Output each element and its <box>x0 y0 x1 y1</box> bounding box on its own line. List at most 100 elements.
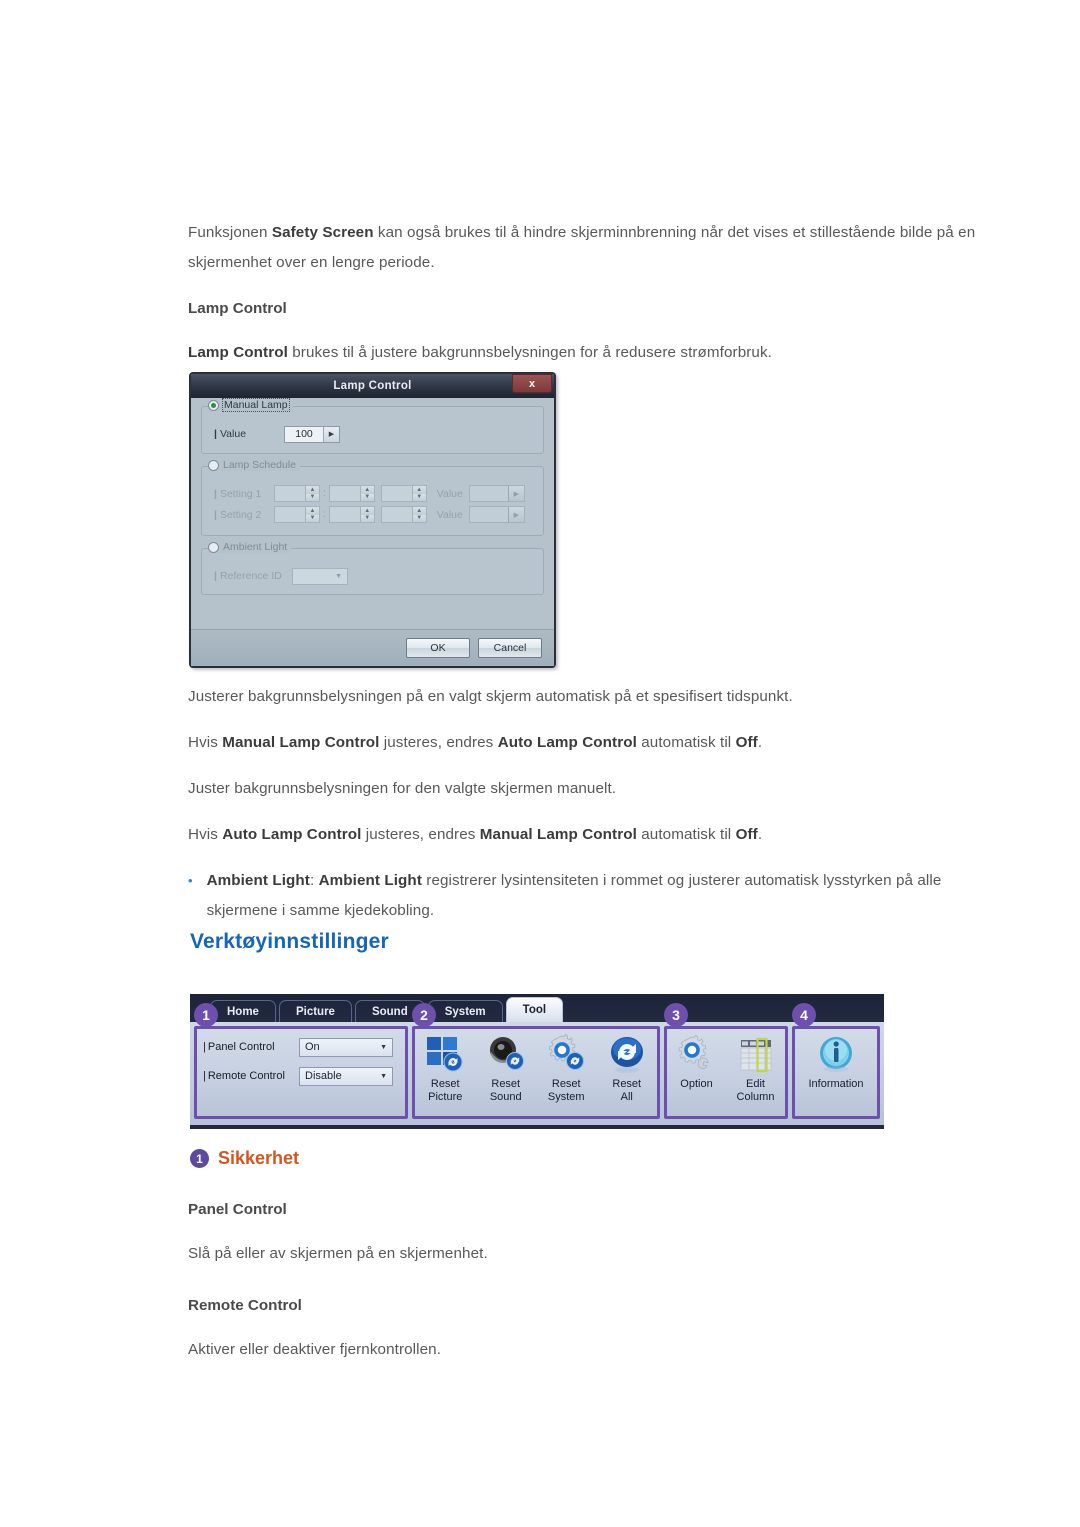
bullet-dot-icon: • <box>188 873 193 888</box>
bullet-item: • Ambient Light: Ambient Light registrer… <box>188 866 1006 926</box>
panel-control-row: | Panel Control On ▼ <box>203 1036 405 1058</box>
stepper-up-icon[interactable]: ▲ <box>360 486 374 494</box>
setting-1-hour-stepper[interactable]: ▲ ▼ <box>274 485 320 502</box>
tab-tool[interactable]: Tool <box>505 997 564 1022</box>
setting-2-value-label: Value <box>436 508 463 521</box>
manual-lamp-value-arrow-icon[interactable]: ▶ <box>323 426 339 442</box>
setting-1-label: Setting 1 <box>219 487 262 500</box>
manual-lamp-radio[interactable] <box>208 399 219 411</box>
ambient-light-legend: Ambient Light <box>208 541 292 553</box>
edit-column-button[interactable]: Edit Column <box>728 1034 784 1104</box>
stepper-down-icon[interactable]: ▼ <box>412 493 426 501</box>
reference-id-label: Reference ID <box>219 570 282 582</box>
setting-1-row: | Setting 1 ▲ ▼ : ▲ ▼ ▲ ▼ Value ▶ <box>202 483 543 504</box>
manual-lamp-legend: Manual Lamp <box>208 398 293 412</box>
reference-id-row: | Reference ID ▼ <box>202 565 543 587</box>
tab-system[interactable]: System <box>427 1000 503 1022</box>
note-2-mid-2: automatisk til <box>636 734 736 751</box>
information-button[interactable]: Information <box>797 1034 875 1091</box>
ok-button[interactable]: OK <box>406 638 470 658</box>
safety-screen-term: Safety Screen <box>271 224 374 241</box>
bullet-mid: : <box>309 872 319 889</box>
setting-1-ampm-stepper[interactable]: ▲ ▼ <box>380 485 427 502</box>
stepper-up-icon[interactable]: ▲ <box>412 507 426 515</box>
bullet-tick-icon: | <box>214 487 217 500</box>
stepper-up-icon[interactable]: ▲ <box>306 486 319 494</box>
reference-id-dropdown[interactable]: ▼ <box>292 567 348 585</box>
setting-1-minute-stepper[interactable]: ▲ ▼ <box>328 485 375 502</box>
setting-1-value-arrow-icon[interactable]: ▶ <box>507 486 524 501</box>
cancel-button[interactable]: Cancel <box>478 638 542 658</box>
bullet-term-1: Ambient Light <box>206 872 310 889</box>
dialog-body: Manual Lamp | Value 100 ▶ Lamp Schedule … <box>191 398 554 666</box>
setting-1-value-input[interactable]: ▶ <box>468 485 525 502</box>
sikkerhet-body: Panel Control Slå på eller av skjermen p… <box>188 1195 1006 1381</box>
close-icon[interactable]: x <box>512 374 552 393</box>
stepper-down-icon[interactable]: ▼ <box>360 493 374 501</box>
note-2-term-1: Manual Lamp Control <box>222 734 380 751</box>
ambient-light-group: Ambient Light | Reference ID ▼ <box>201 541 544 595</box>
caption-line-1: Reset <box>612 1078 642 1090</box>
caption-line-2: All <box>620 1091 633 1103</box>
remote-control-select[interactable]: Disable ▼ <box>299 1066 393 1086</box>
option-button[interactable]: Option <box>669 1034 725 1091</box>
note-2-end: . <box>757 734 763 751</box>
stepper-down-icon[interactable]: ▼ <box>412 514 426 522</box>
lamp-control-heading: Lamp Control <box>188 300 287 317</box>
setting-2-ampm-stepper[interactable]: ▲ ▼ <box>380 506 427 523</box>
lamp-control-dialog: Lamp Control x Manual Lamp |Value 100 ▶ <box>189 372 556 668</box>
document-page: Funksjonen Safety Screen kan også brukes… <box>0 0 1080 1527</box>
panel-control-select[interactable]: On ▼ <box>299 1037 393 1057</box>
information-caption: Information <box>808 1078 863 1091</box>
lamp-schedule-radio[interactable] <box>208 459 219 471</box>
option-caption: Option <box>680 1078 712 1091</box>
ambient-light-label: Ambient Light <box>223 541 288 553</box>
reset-sound-button[interactable]: Reset Sound <box>476 1034 536 1104</box>
tab-home[interactable]: Home <box>210 1000 276 1022</box>
stepper-up-icon[interactable]: ▲ <box>306 507 319 515</box>
setting-2-hour-stepper[interactable]: ▲ ▼ <box>274 506 320 523</box>
tab-picture[interactable]: Picture <box>278 1000 352 1022</box>
value-label: Value <box>219 428 247 440</box>
lamp-schedule-label: Lamp Schedule <box>223 459 296 471</box>
reset-all-button[interactable]: Reset All <box>597 1034 657 1104</box>
stepper-up-icon[interactable]: ▲ <box>360 507 374 515</box>
setting-2-value-input[interactable]: ▶ <box>468 506 525 523</box>
manual-lamp-value-row: | Value 100 ▶ <box>202 423 543 445</box>
tool-settings-screenshot: Home Picture Sound System Tool | Panel Co… <box>190 994 884 1129</box>
ambient-light-radio[interactable] <box>208 541 219 553</box>
stepper-down-icon[interactable]: ▼ <box>360 514 374 522</box>
bullet-tick-icon: | <box>214 508 217 521</box>
reference-id-label-wrap: | Reference ID <box>214 570 292 582</box>
note-4: Hvis Auto Lamp Control justeres, endres … <box>188 820 1006 850</box>
lamp-control-term: Lamp Control <box>188 344 288 361</box>
remote-control-value: Disable <box>305 1070 342 1082</box>
note-2: Hvis Manual Lamp Control justeres, endre… <box>188 728 1006 758</box>
manual-lamp-value-input[interactable]: 100 ▶ <box>284 425 340 443</box>
lamp-schedule-legend: Lamp Schedule <box>208 459 300 471</box>
option-gear-icon <box>676 1034 718 1076</box>
bullet-text: Ambient Light: Ambient Light registrerer… <box>207 866 1006 926</box>
sikkerhet-title: Sikkerhet <box>218 1148 300 1168</box>
setting-2-value-arrow-icon[interactable]: ▶ <box>507 507 524 522</box>
page-title: Verktøyinnstillinger <box>190 930 389 953</box>
stepper-down-icon[interactable]: ▼ <box>306 493 319 501</box>
caption-line-1: Information <box>808 1078 864 1090</box>
stepper-down-icon[interactable]: ▼ <box>306 514 319 522</box>
note-2-term-2: Auto Lamp Control <box>497 734 637 751</box>
caption-line-2: Column <box>736 1091 775 1103</box>
note-4-term-3: Off <box>735 826 758 843</box>
stepper-up-icon[interactable]: ▲ <box>412 486 426 494</box>
caption-line-2: Picture <box>428 1091 463 1103</box>
edit-column-caption: Edit Column <box>737 1078 775 1104</box>
intro-section: Funksjonen Safety Screen kan også brukes… <box>188 218 1006 384</box>
setting-1-value-label: Value <box>436 487 463 500</box>
setting-2-minute-stepper[interactable]: ▲ ▼ <box>328 506 375 523</box>
panel-control-value: On <box>305 1041 320 1053</box>
callout-badge-3: 3 <box>664 1003 688 1027</box>
reset-picture-button[interactable]: Reset Picture <box>415 1034 475 1104</box>
reset-system-button[interactable]: Reset System <box>536 1033 596 1104</box>
note-4-mid-2: automatisk til <box>636 826 736 843</box>
dialog-title-bar: Lamp Control x <box>191 374 554 398</box>
callout-badge-4: 4 <box>792 1003 816 1027</box>
